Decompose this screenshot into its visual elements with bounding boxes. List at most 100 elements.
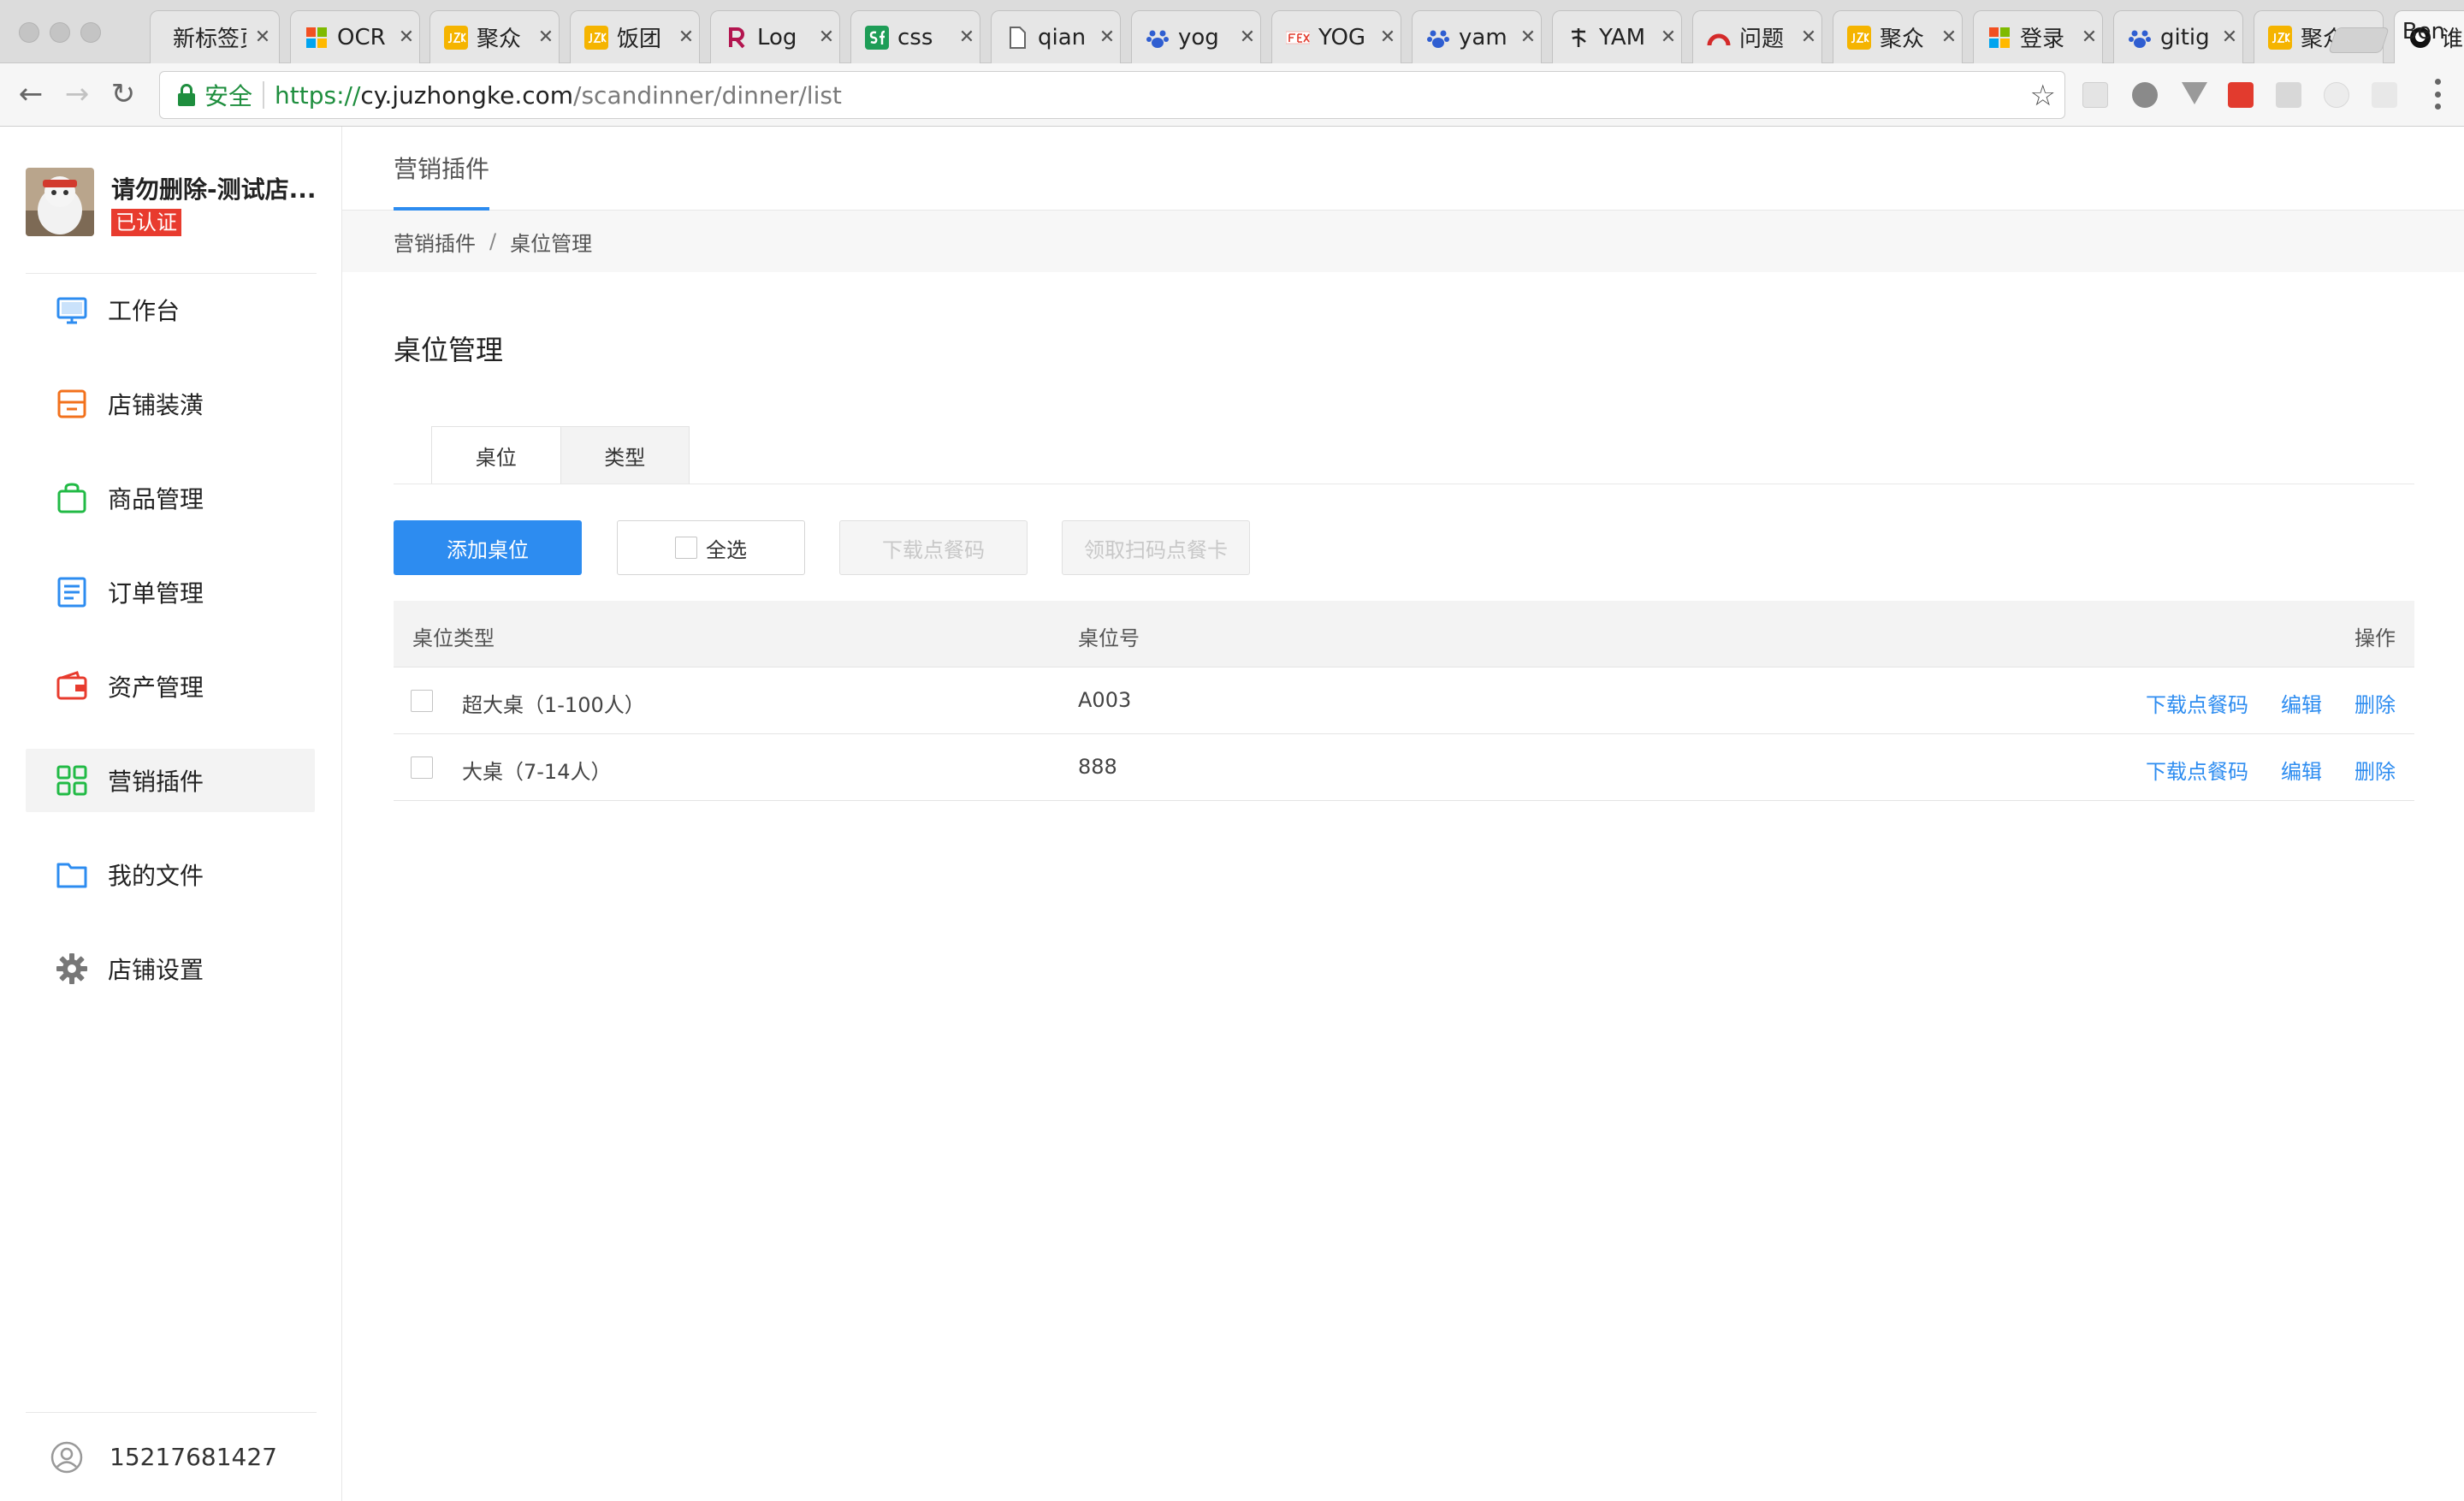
tab-title: YOG	[1318, 24, 1366, 50]
extension-qr-icon[interactable]	[2276, 82, 2301, 108]
reload-icon[interactable]: ↻	[106, 77, 140, 111]
close-tab-icon[interactable]: ✕	[2080, 27, 2099, 48]
browser-tab[interactable]: css ✕	[850, 10, 980, 63]
table-number-cell: 888	[1078, 755, 1117, 779]
shop-header: 请勿删除-测试店... 已认证	[26, 168, 317, 274]
tab-title: YAM	[1599, 24, 1646, 50]
edit-link[interactable]: 编辑	[2281, 688, 2322, 718]
calligraphy-icon	[1567, 26, 1590, 50]
nav-item-label: 营销插件	[108, 768, 204, 796]
download-qr-link[interactable]: 下载点餐码	[2146, 688, 2248, 718]
browser-tab[interactable]: 聚众 ✕	[429, 10, 560, 63]
page-title: 桌位管理	[394, 334, 504, 366]
browser-tab[interactable]: 问题 ✕	[1692, 10, 1822, 63]
close-tab-icon[interactable]: ✕	[1098, 27, 1116, 48]
extension-evernote-icon[interactable]	[2132, 82, 2158, 108]
tab-title: 聚众	[477, 27, 522, 52]
breadcrumb: 营销插件 / 桌位管理	[342, 211, 2464, 272]
nav-item-workbench[interactable]: 工作台	[26, 278, 315, 341]
column-header: 桌位号	[1078, 626, 1140, 650]
bookmark-star-icon[interactable]: ☆	[2030, 79, 2056, 113]
edit-link[interactable]: 编辑	[2281, 755, 2322, 785]
download-qr-link[interactable]: 下载点餐码	[2146, 755, 2248, 785]
fex-icon	[1286, 26, 1310, 50]
breadcrumb-item[interactable]: 营销插件	[394, 227, 476, 257]
browser-tab[interactable]: 聚众 ✕	[1833, 10, 1963, 63]
tab-tables[interactable]: 桌位	[432, 427, 560, 484]
wallet-icon	[55, 669, 89, 703]
nav-item-assets[interactable]: 资产管理	[26, 655, 315, 718]
extension-reader-icon[interactable]	[2082, 82, 2108, 108]
tab-types[interactable]: 类型	[560, 427, 689, 484]
close-tab-icon[interactable]: ✕	[397, 27, 416, 48]
microsoft-icon	[1987, 26, 2011, 50]
extension-vue-icon[interactable]	[2182, 82, 2207, 104]
extension-fe-icon[interactable]	[2228, 82, 2254, 108]
delete-link[interactable]: 删除	[2354, 688, 2396, 718]
close-tab-icon[interactable]: ✕	[253, 27, 272, 48]
minimize-window-button[interactable]	[50, 22, 70, 43]
nav-item-store-settings[interactable]: 店铺设置	[26, 937, 315, 1000]
shop-avatar[interactable]	[26, 168, 94, 236]
browser-tab[interactable]: YAM ✕	[1552, 10, 1682, 63]
browser-tab[interactable]: 新标签页 ✕	[150, 10, 280, 63]
gear-icon	[55, 952, 89, 986]
profile-name[interactable]: Ben	[2402, 19, 2445, 44]
select-all-checkbox[interactable]	[675, 537, 697, 559]
close-tab-icon[interactable]: ✕	[1378, 27, 1397, 48]
browser-tab[interactable]: gitig ✕	[2113, 10, 2243, 63]
url-text[interactable]: https://cy.juzhongke.com/scandinner/dinn…	[275, 81, 842, 110]
user-account[interactable]: 15217681427	[26, 1412, 317, 1501]
close-tab-icon[interactable]: ✕	[2220, 27, 2239, 48]
tab-strip: 新标签页 ✕ OCR ✕ 聚众 ✕ 饭团 ✕ Log ✕ css ✕ qian ✕ yog ✕ YOG ✕ yam ✕…	[0, 0, 2464, 63]
shop-name: 请勿删除-测试店...	[111, 175, 317, 204]
jzk-icon	[584, 25, 608, 50]
back-icon[interactable]: ←	[14, 77, 48, 111]
tables-table: 桌位类型 桌位号 操作 超大桌（1-100人） A003 下载点餐码 编辑 删除 大桌（7…	[394, 601, 2414, 801]
new-tab-button[interactable]	[2328, 27, 2390, 53]
claim-card-button[interactable]: 领取扫码点餐卡	[1062, 520, 1250, 575]
nav-item-store-decor[interactable]: 店铺装潢	[26, 372, 315, 436]
browser-tab[interactable]: Log ✕	[710, 10, 840, 63]
close-tab-icon[interactable]: ✕	[1659, 27, 1678, 48]
tab-marketing-plugins[interactable]: 营销插件	[394, 151, 489, 185]
browser-tab[interactable]: YOG ✕	[1271, 10, 1401, 63]
zoom-window-button[interactable]	[80, 22, 101, 43]
browser-tab[interactable]: yog ✕	[1131, 10, 1261, 63]
tab-title: yog	[1178, 24, 1219, 50]
row-checkbox[interactable]	[411, 690, 433, 712]
browser-tab[interactable]: 饭团 ✕	[570, 10, 700, 63]
delete-link[interactable]: 删除	[2354, 755, 2396, 785]
browser-tab[interactable]: yam ✕	[1412, 10, 1542, 63]
close-tab-icon[interactable]: ✕	[1940, 27, 1958, 48]
close-tab-icon[interactable]: ✕	[536, 27, 555, 48]
verified-badge: 已认证	[111, 209, 181, 236]
close-tab-icon[interactable]: ✕	[817, 27, 836, 48]
nav-item-products[interactable]: 商品管理	[26, 466, 315, 530]
nav-item-marketing-plugins[interactable]: 营销插件	[26, 749, 315, 812]
nav-item-label: 店铺装潢	[108, 391, 204, 419]
browser-tab[interactable]: qian ✕	[991, 10, 1121, 63]
nav-item-orders[interactable]: 订单管理	[26, 561, 315, 624]
select-all-button[interactable]: 全选	[617, 520, 805, 575]
tab-title: css	[897, 24, 933, 50]
browser-tab[interactable]: 登录 ✕	[1973, 10, 2103, 63]
close-tab-icon[interactable]: ✕	[1799, 27, 1818, 48]
download-qr-button[interactable]: 下载点餐码	[839, 520, 1028, 575]
page-icon	[1005, 26, 1029, 50]
address-bar[interactable]: 安全 https://cy.juzhongke.com/scandinner/d…	[159, 71, 2065, 119]
close-tab-icon[interactable]: ✕	[1519, 27, 1537, 48]
add-table-button[interactable]: 添加桌位	[394, 520, 582, 575]
forward-icon[interactable]: →	[60, 77, 94, 111]
close-tab-icon[interactable]: ✕	[677, 27, 696, 48]
browser-menu-icon[interactable]	[2435, 79, 2442, 110]
close-window-button[interactable]	[19, 22, 39, 43]
close-tab-icon[interactable]: ✕	[957, 27, 976, 48]
nav-item-files[interactable]: 我的文件	[26, 843, 315, 906]
row-checkbox[interactable]	[411, 756, 433, 779]
table-header: 桌位类型 桌位号 操作	[394, 601, 2414, 667]
browser-tab[interactable]: OCR ✕	[290, 10, 420, 63]
extension-chrome-icon[interactable]	[2324, 82, 2349, 108]
close-tab-icon[interactable]: ✕	[1238, 27, 1257, 48]
extension-tree-icon[interactable]	[2372, 82, 2397, 108]
